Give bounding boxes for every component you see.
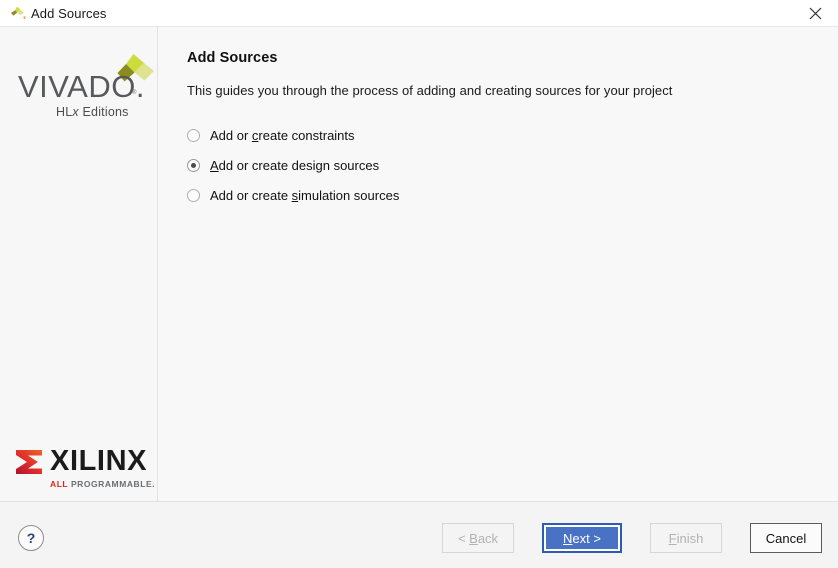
radio-indicator[interactable] — [187, 129, 200, 142]
back-button-label: < Back — [458, 531, 498, 546]
next-button[interactable]: Next > — [542, 523, 622, 553]
xilinx-logo: XILINX ALL PROGRAMMABLE. — [14, 445, 149, 495]
add-sources-dialog: Add Sources VIVADO. ® HLx — [0, 0, 838, 568]
content-panel: Add Sources This guides you through the … — [159, 27, 838, 501]
radio-label-constraints: Add or create constraints — [210, 128, 355, 143]
vivado-edition-label: HLx Editions — [56, 105, 129, 119]
radio-indicator[interactable] — [187, 189, 200, 202]
title-bar: Add Sources — [0, 0, 838, 27]
xilinx-tagline: ALL PROGRAMMABLE. — [50, 479, 155, 489]
page-title: Add Sources — [187, 50, 278, 66]
finish-button-label: Finish — [669, 531, 704, 546]
back-button[interactable]: < Back — [442, 523, 514, 553]
dialog-button-bar: < Back Next > Finish Cancel — [442, 523, 822, 553]
help-button[interactable]: ? — [18, 525, 44, 551]
vivado-logo: VIVADO. ® HLx Editions — [14, 52, 148, 128]
radio-option-simulation-sources[interactable]: Add or create simulation sources — [187, 180, 707, 210]
next-button-label: Next > — [546, 527, 618, 549]
close-icon[interactable] — [792, 0, 838, 27]
finish-button[interactable]: Finish — [650, 523, 722, 553]
dialog-footer: ? < Back Next > Finish Cancel — [0, 501, 838, 568]
vivado-registered-mark: ® — [132, 90, 136, 96]
question-mark-icon: ? — [27, 531, 36, 545]
source-type-radio-group: Add or create constraints Add or create … — [187, 120, 707, 210]
page-description: This guides you through the process of a… — [187, 83, 672, 98]
xilinx-wordmark: XILINX — [50, 445, 147, 478]
window-title: Add Sources — [31, 5, 107, 22]
cancel-button[interactable]: Cancel — [750, 523, 822, 553]
cancel-button-label: Cancel — [766, 531, 806, 546]
radio-option-design-sources[interactable]: Add or create design sources — [187, 150, 707, 180]
radio-label-simulation-sources: Add or create simulation sources — [210, 188, 399, 203]
radio-label-design-sources: Add or create design sources — [210, 158, 379, 173]
dialog-body: VIVADO. ® HLx Editions — [0, 27, 838, 501]
radio-indicator[interactable] — [187, 159, 200, 172]
vivado-icon — [8, 5, 26, 23]
branding-sidebar: VIVADO. ® HLx Editions — [0, 27, 158, 501]
radio-option-constraints[interactable]: Add or create constraints — [187, 120, 707, 150]
vivado-wordmark: VIVADO. — [18, 69, 145, 105]
xilinx-mark-icon — [14, 447, 44, 477]
